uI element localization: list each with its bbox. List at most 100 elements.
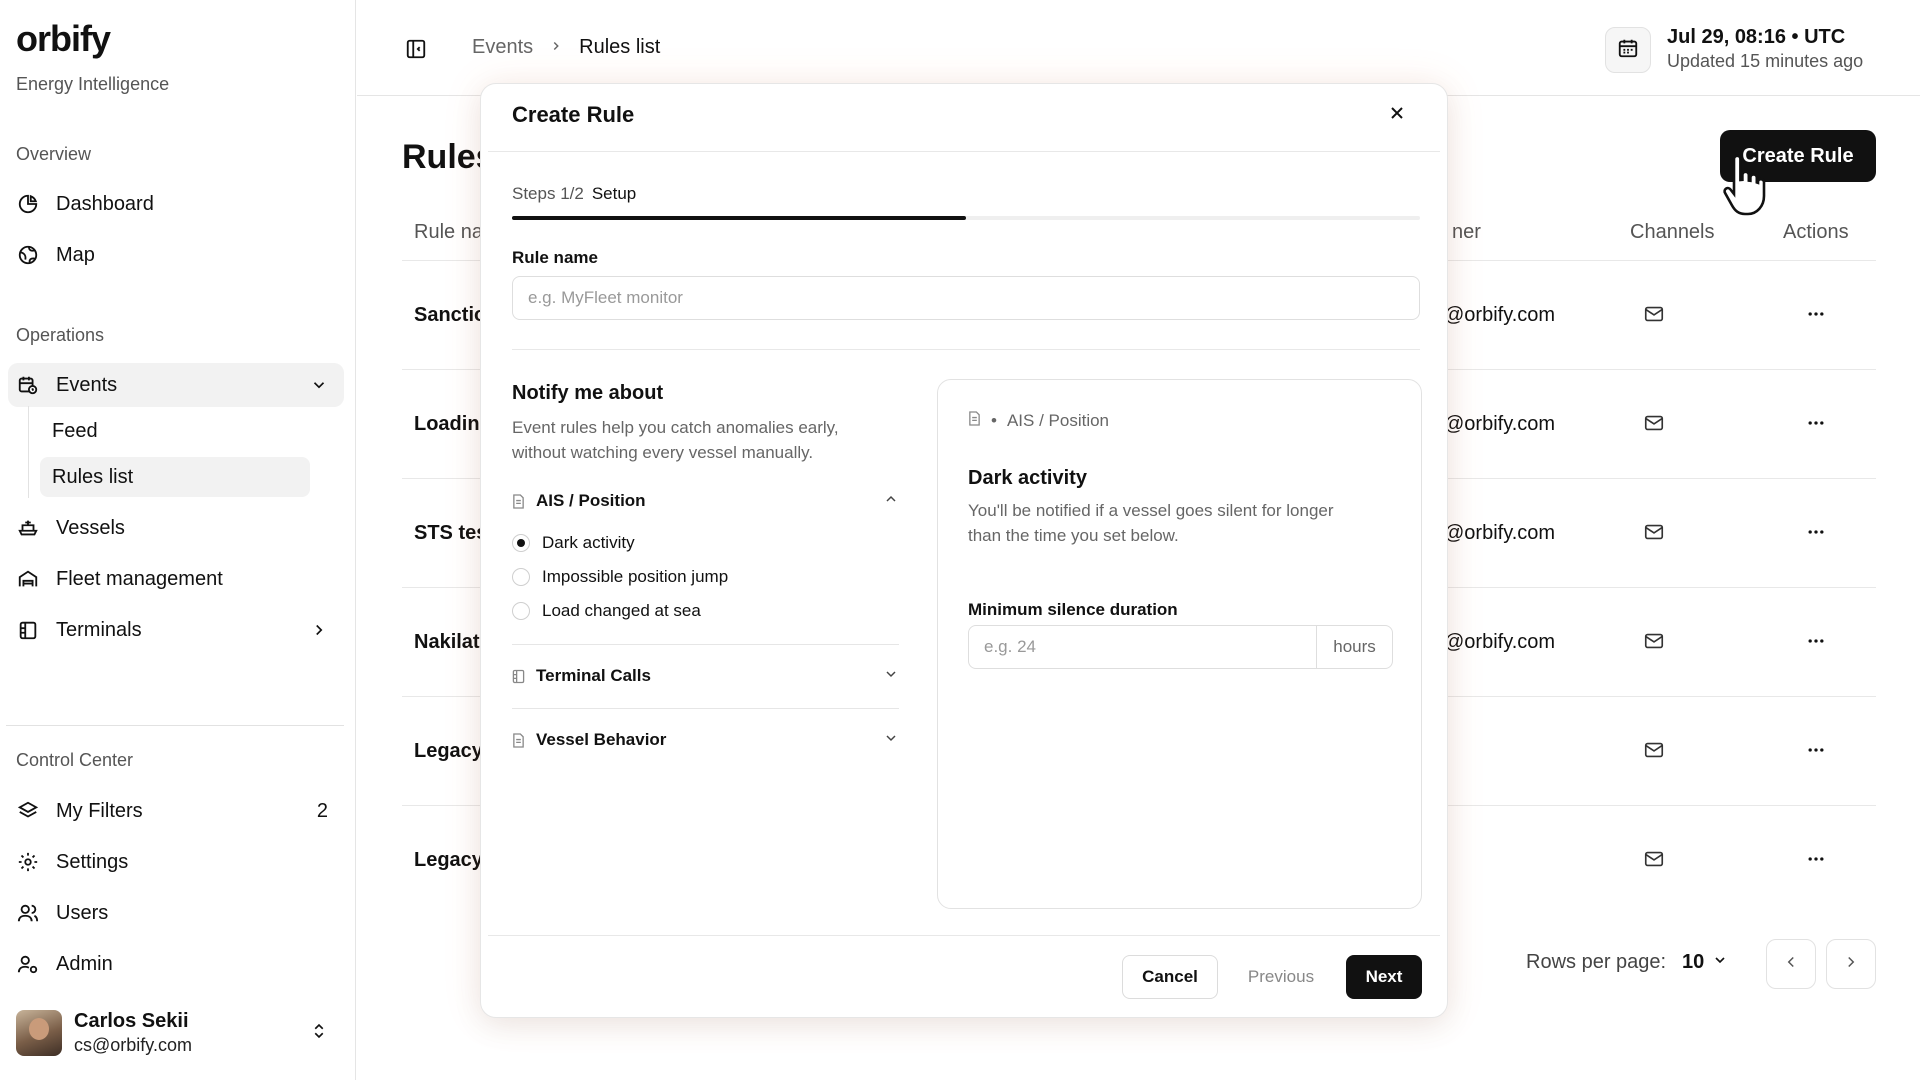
more-actions-icon[interactable] [1804, 849, 1828, 874]
chevron-down-icon[interactable] [310, 376, 328, 394]
column-rule-name[interactable]: Rule na [414, 221, 483, 244]
column-actions: Actions [1783, 221, 1849, 243]
sidebar-item-rules-list[interactable]: Rules list [40, 457, 310, 497]
users-icon [16, 901, 40, 925]
chevron-left-icon [1782, 953, 1800, 976]
sidebar-item-settings[interactable]: Settings [8, 840, 344, 884]
filters-count: 2 [316, 799, 328, 822]
chevron-down-icon [883, 730, 899, 751]
more-actions-icon[interactable] [1804, 413, 1828, 438]
mail-icon [1642, 412, 1666, 439]
section-divider [512, 349, 1420, 350]
radio-selected[interactable] [512, 534, 530, 552]
group-vessel-behavior[interactable]: Vessel Behavior [512, 725, 899, 755]
rule-name-label: Rule name [512, 248, 598, 267]
sidebar-item-admin[interactable]: Admin [8, 942, 344, 986]
hand-pointer-icon [1718, 154, 1766, 223]
updated-status: Updated 15 minutes ago [1667, 51, 1864, 71]
sidebar-item-label: Settings [56, 850, 129, 873]
sidebar-item-vessels[interactable]: Vessels [8, 506, 344, 550]
chevron-right-icon[interactable] [310, 621, 328, 639]
option-impossible-position-jump[interactable]: Impossible position jump [512, 564, 728, 590]
notify-description: Event rules help you catch anomalies ear… [512, 418, 839, 462]
detail-description: You'll be notified if a vessel goes sile… [968, 501, 1334, 545]
detail-category: AIS / Position [1006, 411, 1110, 430]
sidebar-item-label: Map [56, 243, 95, 266]
globe-icon [16, 243, 40, 267]
breadcrumb-events[interactable]: Events [472, 36, 533, 59]
more-actions-icon[interactable] [1804, 740, 1828, 765]
cancel-button[interactable]: Cancel [1122, 955, 1218, 999]
user-email: cs@orbify.com [74, 1035, 192, 1055]
next-page-button[interactable] [1826, 939, 1876, 989]
sidebar-toggle-icon[interactable] [405, 38, 427, 65]
close-icon[interactable] [1387, 103, 1407, 128]
steps-indicator: Steps 1/2 Setup [512, 184, 636, 204]
notify-heading: Notify me about [512, 382, 664, 404]
rule-name: Loadin [414, 413, 480, 435]
sidebar-item-events[interactable]: Events [8, 363, 344, 407]
rule-owner: @orbify.com [1444, 522, 1556, 544]
footer-divider [488, 935, 1440, 936]
rows-per-page-select[interactable]: 10 [1682, 951, 1728, 974]
group-label: AIS / Position [536, 491, 646, 510]
option-load-changed-at-sea[interactable]: Load changed at sea [512, 598, 701, 624]
group-terminal-calls[interactable]: Terminal Calls [512, 661, 899, 691]
mail-icon [1642, 739, 1666, 766]
sidebar-item-fleet-management[interactable]: Fleet management [8, 557, 344, 601]
mail-icon [1642, 848, 1666, 875]
sidebar-item-my-filters[interactable]: My Filters 2 [8, 789, 344, 833]
sidebar: orbify Energy Intelligence Overview Dash… [0, 0, 356, 1080]
group-label: Vessel Behavior [536, 730, 667, 749]
rule-name: Legacy [414, 849, 483, 871]
steps-label: Steps 1/2 [512, 184, 584, 203]
more-actions-icon[interactable] [1804, 304, 1828, 329]
sidebar-item-label: Terminals [56, 618, 142, 641]
silence-duration-input[interactable]: e.g. 24 [969, 637, 1316, 657]
section-operations: Operations [16, 325, 105, 345]
top-bar: Events Rules list Jul 29, 08:16 • UTC Up… [357, 0, 1920, 96]
fleet-icon [16, 567, 40, 591]
option-dark-activity[interactable]: Dark activity [512, 530, 635, 556]
sidebar-item-dashboard[interactable]: Dashboard [8, 182, 344, 226]
group-ais-position[interactable]: AIS / Position [512, 486, 899, 516]
rule-name: Sanctio [414, 304, 487, 326]
previous-button[interactable]: Previous [1231, 955, 1331, 999]
group-label: Terminal Calls [536, 666, 651, 685]
duration-unit: hours [1316, 626, 1392, 668]
create-rule-dialog: Create Rule Steps 1/2 Setup Rule name e.g… [480, 83, 1448, 1018]
sidebar-item-users[interactable]: Users [8, 891, 344, 935]
chevron-down-icon [883, 666, 899, 687]
next-button[interactable]: Next [1346, 955, 1422, 999]
breadcrumb-rules-list: Rules list [579, 36, 661, 58]
sidebar-item-feed[interactable]: Feed [40, 411, 310, 451]
chevron-down-icon [1712, 951, 1728, 974]
rule-owner: @orbify.com [1444, 631, 1556, 653]
terminal-icon [16, 618, 40, 642]
more-actions-icon[interactable] [1804, 631, 1828, 656]
radio-unselected[interactable] [512, 568, 530, 586]
sidebar-item-terminals[interactable]: Terminals [8, 608, 344, 652]
layers-icon [16, 799, 40, 823]
rule-owner: @orbify.com [1444, 304, 1556, 326]
chevrons-up-down-icon[interactable] [310, 1020, 328, 1047]
admin-icon [16, 952, 40, 976]
document-icon [512, 493, 526, 509]
sidebar-item-label: Dashboard [56, 192, 154, 215]
step-progress-fill [512, 216, 966, 220]
radio-unselected[interactable] [512, 602, 530, 620]
previous-page-button[interactable] [1766, 939, 1816, 989]
group-divider [512, 644, 899, 645]
section-overview: Overview [16, 144, 92, 164]
document-icon [512, 732, 526, 748]
sidebar-item-label: My Filters [56, 799, 143, 822]
rule-name-input[interactable]: e.g. MyFleet monitor [512, 276, 1420, 320]
avatar [16, 1010, 62, 1056]
more-actions-icon[interactable] [1804, 522, 1828, 547]
user-profile[interactable]: Carlos Sekii cs@orbify.com [16, 1008, 346, 1058]
app-logo[interactable]: orbify [16, 18, 111, 60]
user-name: Carlos Sekii [74, 1010, 189, 1032]
calendar-button[interactable] [1605, 27, 1651, 73]
sidebar-item-map[interactable]: Map [8, 233, 344, 277]
column-owner[interactable]: ner [1452, 221, 1481, 244]
